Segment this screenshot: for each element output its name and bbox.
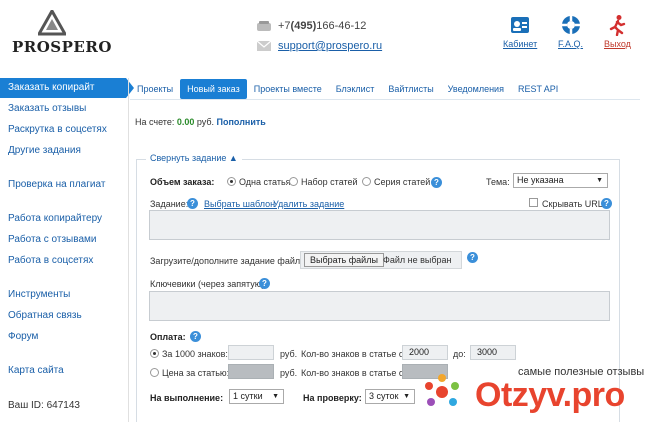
tab-notifications[interactable]: Уведомления: [441, 79, 511, 99]
logo-text: PROSPERO: [12, 38, 112, 56]
radio-off-icon: [150, 368, 159, 377]
sidebar-item-reviews-work[interactable]: Работа с отзывами: [0, 230, 122, 250]
lifebuoy-icon: [561, 16, 580, 34]
tabs-underline: [130, 99, 640, 100]
chars-from-label-2: Кол-во знаков в статье от:: [301, 368, 411, 378]
upload-label: Загрузите/дополните задание файлом:: [150, 256, 314, 266]
help-icon[interactable]: ?: [259, 278, 270, 289]
file-upload[interactable]: Выбрать файлы Файл не выбран: [300, 251, 462, 269]
watermark-brand: Otzyv.pro: [475, 376, 625, 414]
chars-to-label: до:: [453, 349, 466, 359]
sidebar-item-tools[interactable]: Инструменты: [0, 285, 122, 305]
logo-triangle-icon: [38, 10, 66, 36]
check-label: На проверку:: [303, 393, 362, 403]
keywords-label: Ключевики (через запятую):: [150, 279, 267, 289]
check-select[interactable]: 3 суток: [365, 389, 415, 404]
tab-bar: Проекты Новый заказ Проекты вместе Блэкл…: [130, 79, 565, 99]
help-icon[interactable]: ?: [190, 331, 201, 342]
task-label: Задание:: [150, 199, 189, 209]
sidebar-item-forum[interactable]: Форум: [0, 327, 122, 347]
chars-to-input[interactable]: 3000: [470, 345, 516, 360]
nav-cabinet[interactable]: Кабинет: [503, 14, 537, 49]
phone-code: (495): [290, 20, 317, 32]
chars-from-input[interactable]: 2000: [402, 345, 448, 360]
header: PROSPERO +7 (495) 166-46-12 support@pros…: [0, 0, 650, 75]
sidebar-item-feedback[interactable]: Обратная связь: [0, 306, 122, 326]
phone-number: 166-46-12: [316, 20, 367, 32]
currency-label: руб.: [280, 349, 298, 359]
balance-currency: руб.: [194, 117, 217, 127]
choose-template-link[interactable]: Выбрать шаблон: [204, 199, 275, 209]
phone-row: +7 (495) 166-46-12: [256, 16, 382, 36]
radio-one-article[interactable]: Одна статья: [227, 177, 291, 187]
logo[interactable]: PROSPERO: [12, 10, 111, 60]
sidebar-item-plagiarism-check[interactable]: Проверка на плагиат: [0, 175, 122, 195]
help-icon[interactable]: ?: [187, 198, 198, 209]
radio-on-icon: [227, 177, 236, 186]
sidebar-item-order-copywriting[interactable]: Заказать копирайт: [0, 78, 134, 98]
nav-faq-label: F.A.Q.: [558, 39, 584, 49]
hide-url-checkbox[interactable]: [529, 198, 538, 207]
theme-label: Тема:: [486, 177, 510, 187]
choose-files-button[interactable]: Выбрать файлы: [304, 253, 384, 267]
radio-article-series[interactable]: Серия статей: [362, 177, 430, 187]
sidebar-item-social-promotion[interactable]: Раскрутка в соцсетях: [0, 120, 122, 140]
help-icon[interactable]: ?: [431, 177, 442, 188]
task-textarea[interactable]: [149, 210, 610, 240]
watermark: самые полезные отзывы Otzyv.pro: [420, 360, 650, 422]
price-per-1000-input[interactable]: [228, 345, 274, 360]
running-man-icon: [610, 15, 626, 36]
tab-blacklist[interactable]: Блэклист: [329, 79, 382, 99]
topup-link[interactable]: Пополнить: [217, 117, 266, 127]
radio-off-icon: [362, 177, 371, 186]
nav-cabinet-label: Кабинет: [503, 39, 538, 49]
contact-block: +7 (495) 166-46-12 support@prospero.ru: [256, 16, 382, 56]
sidebar-item-order-reviews[interactable]: Заказать отзывы: [0, 99, 122, 119]
price-per-article-input[interactable]: [228, 364, 274, 379]
currency-label: руб.: [280, 368, 298, 378]
exec-select[interactable]: 1 сутки: [229, 389, 284, 404]
user-card-icon: [511, 17, 530, 33]
nav-logout[interactable]: Выход: [604, 14, 631, 49]
balance-label: На счете:: [135, 117, 177, 127]
hide-url-label: Скрывать URL: [542, 199, 603, 209]
radio-per-1000[interactable]: За 1000 знаков:: [150, 349, 228, 359]
support-email-link[interactable]: support@prospero.ru: [278, 40, 382, 52]
sidebar-item-sitemap[interactable]: Карта сайта: [0, 361, 122, 381]
email-row: support@prospero.ru: [256, 36, 382, 56]
tab-new-order[interactable]: Новый заказ: [180, 79, 247, 99]
tab-joint-projects[interactable]: Проекты вместе: [247, 79, 329, 99]
envelope-icon: [256, 40, 272, 51]
collapse-task-toggle[interactable]: Свернуть задание ▲: [146, 153, 242, 163]
file-status: Файл не выбран: [383, 255, 452, 265]
phone-prefix: +7: [278, 20, 291, 32]
balance-amount: 0.00: [176, 117, 195, 127]
tab-rest-api[interactable]: REST API: [511, 79, 565, 99]
user-id: Ваш ID: 647143: [8, 400, 80, 411]
sidebar-divider: [128, 78, 129, 422]
keywords-textarea[interactable]: [149, 291, 610, 321]
sidebar-item-other-tasks[interactable]: Другие задания: [0, 141, 122, 161]
chars-from-label: Кол-во знаков в статье от:: [301, 349, 411, 359]
exec-label: На выполнение:: [150, 393, 224, 403]
tab-whitelists[interactable]: Вайтлисты: [381, 79, 440, 99]
help-icon[interactable]: ?: [467, 252, 478, 263]
theme-select[interactable]: Не указана: [513, 173, 608, 188]
radio-on-icon: [150, 349, 159, 358]
help-icon[interactable]: ?: [601, 198, 612, 209]
balance: На счете: 0.00 руб. Пополнить: [135, 117, 266, 127]
payment-label: Оплата:: [150, 332, 186, 342]
sidebar-item-copywriter-work[interactable]: Работа копирайтеру: [0, 209, 122, 229]
sidebar-item-social-work[interactable]: Работа в соцсетях: [0, 251, 122, 271]
volume-label: Объем заказа:: [150, 177, 215, 187]
tab-projects[interactable]: Проекты: [130, 79, 180, 99]
radio-off-icon: [289, 177, 298, 186]
delete-task-link[interactable]: Удалить задание: [273, 199, 344, 209]
nav-faq[interactable]: F.A.Q.: [558, 14, 583, 49]
nav-logout-label: Выход: [604, 39, 631, 49]
radio-per-article[interactable]: Цена за статью:: [150, 368, 229, 378]
phone-icon: [257, 21, 271, 31]
watermark-logo-icon: [425, 374, 459, 406]
radio-article-set[interactable]: Набор статей: [289, 177, 358, 187]
